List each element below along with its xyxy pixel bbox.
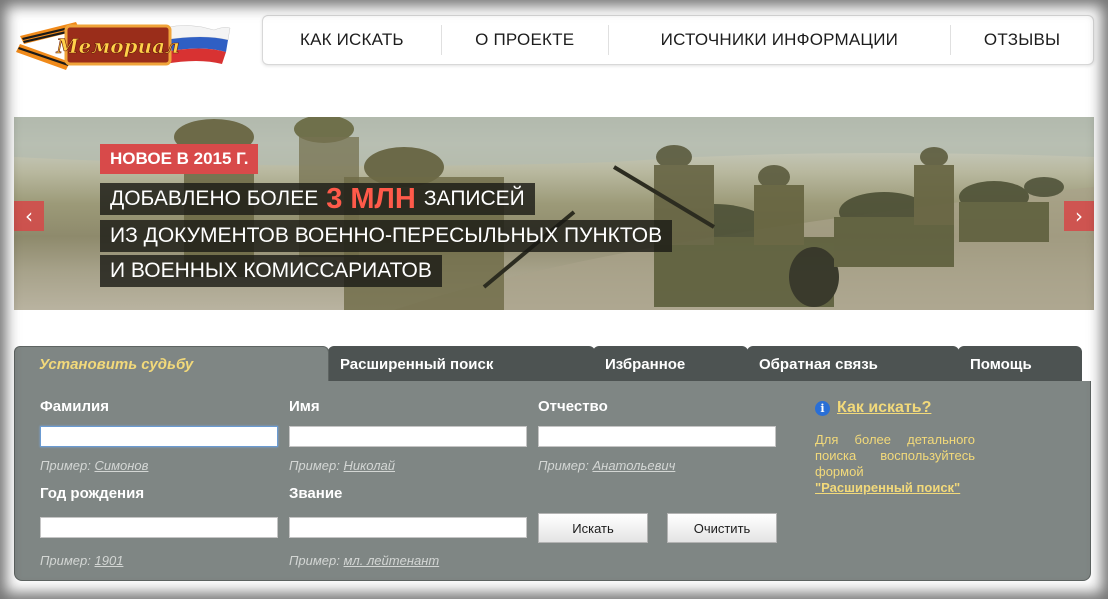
surname-example-link[interactable]: Симонов (95, 458, 149, 473)
birth-year-label: Год рождения (40, 485, 145, 502)
birth-year-example-prefix: Пример: (40, 553, 91, 568)
banner-line-2: ИЗ ДОКУМЕНТОВ ВОЕННО-ПЕРЕСЫЛЬНЫХ ПУНКТОВ (100, 220, 673, 252)
patronymic-label: Отчество (538, 398, 608, 415)
search-tabs: Расширенный поиск Избранное Обратная свя… (14, 346, 1082, 382)
name-example-link[interactable]: Николай (344, 458, 396, 473)
clear-button[interactable]: Очистить (667, 513, 777, 543)
patronymic-input[interactable] (538, 426, 776, 447)
patronymic-example-prefix: Пример: (538, 458, 589, 473)
name-example-prefix: Пример: (289, 458, 340, 473)
rank-example-link[interactable]: мл. лейтенант (344, 553, 440, 568)
tab-help[interactable]: Помощь (958, 346, 1082, 382)
search-button[interactable]: Искать (538, 513, 648, 543)
info-icon: i (815, 400, 830, 416)
rank-input[interactable] (289, 517, 527, 538)
hero-banner[interactable]: ‹ › НОВОЕ В 2015 Г. ДОБАВЛЕНО БОЛЕЕ 3 МЛ… (14, 117, 1094, 310)
main-nav: КАК ИСКАТЬ О ПРОЕКТЕ ИСТОЧНИКИ ИНФОРМАЦИ… (262, 15, 1094, 65)
banner-line-3: И ВОЕННЫХ КОМИССАРИАТОВ (100, 255, 442, 287)
tab-feedback[interactable]: Обратная связь (747, 346, 959, 382)
birth-year-example: Пример: 1901 (40, 553, 123, 568)
site-logo[interactable]: Мемориал (14, 14, 232, 74)
banner-tag: НОВОЕ В 2015 Г. (100, 144, 259, 174)
birth-year-input[interactable] (40, 517, 278, 538)
banner-line-1-post: ЗАПИСЕЙ (423, 187, 525, 210)
tab-establish-fate[interactable]: Установить судьбу (14, 346, 329, 382)
name-example: Пример: Николай (289, 458, 395, 473)
tab-favorites[interactable]: Избранное (593, 346, 748, 382)
advanced-search-link[interactable]: "Расширенный поиск" (815, 480, 960, 495)
patronymic-example-link[interactable]: Анатольевич (593, 458, 676, 473)
name-label: Имя (289, 398, 320, 415)
name-input[interactable] (289, 426, 527, 447)
nav-reviews[interactable]: ОТЗЫВЫ (951, 25, 1093, 55)
surname-example-prefix: Пример: (40, 458, 91, 473)
search-panel: Фамилия Пример: Симонов Имя Пример: Нико… (14, 381, 1091, 581)
nav-about[interactable]: О ПРОЕКТЕ (442, 25, 609, 55)
patronymic-example: Пример: Анатольевич (538, 458, 675, 473)
rank-example-prefix: Пример: (289, 553, 340, 568)
rank-example: Пример: мл. лейтенант (289, 553, 439, 568)
surname-label: Фамилия (40, 398, 109, 415)
surname-input[interactable] (40, 426, 278, 447)
banner-next-arrow[interactable]: › (1064, 201, 1094, 231)
surname-example: Пример: Симонов (40, 458, 148, 473)
tab-advanced-search[interactable]: Расширенный поиск (328, 346, 595, 382)
banner-highlight: 3 МЛН (326, 182, 416, 215)
banner-prev-arrow[interactable]: ‹ (14, 201, 44, 231)
banner-line-1: ДОБАВЛЕНО БОЛЕЕ 3 МЛН ЗАПИСЕЙ (100, 183, 535, 215)
birth-year-example-link[interactable]: 1901 (95, 553, 124, 568)
how-to-search-link[interactable]: Как искать? (837, 399, 931, 417)
nav-how-to-search[interactable]: КАК ИСКАТЬ (263, 25, 442, 55)
svg-text:Мемориал: Мемориал (55, 34, 179, 58)
rank-label: Звание (289, 485, 343, 502)
nav-sources[interactable]: ИСТОЧНИКИ ИНФОРМАЦИИ (609, 25, 952, 55)
help-heading: i Как искать? (815, 399, 931, 417)
banner-line-1-pre: ДОБАВЛЕНО БОЛЕЕ (110, 187, 319, 210)
help-text: Для более детального поиска воспользуйте… (815, 432, 975, 479)
